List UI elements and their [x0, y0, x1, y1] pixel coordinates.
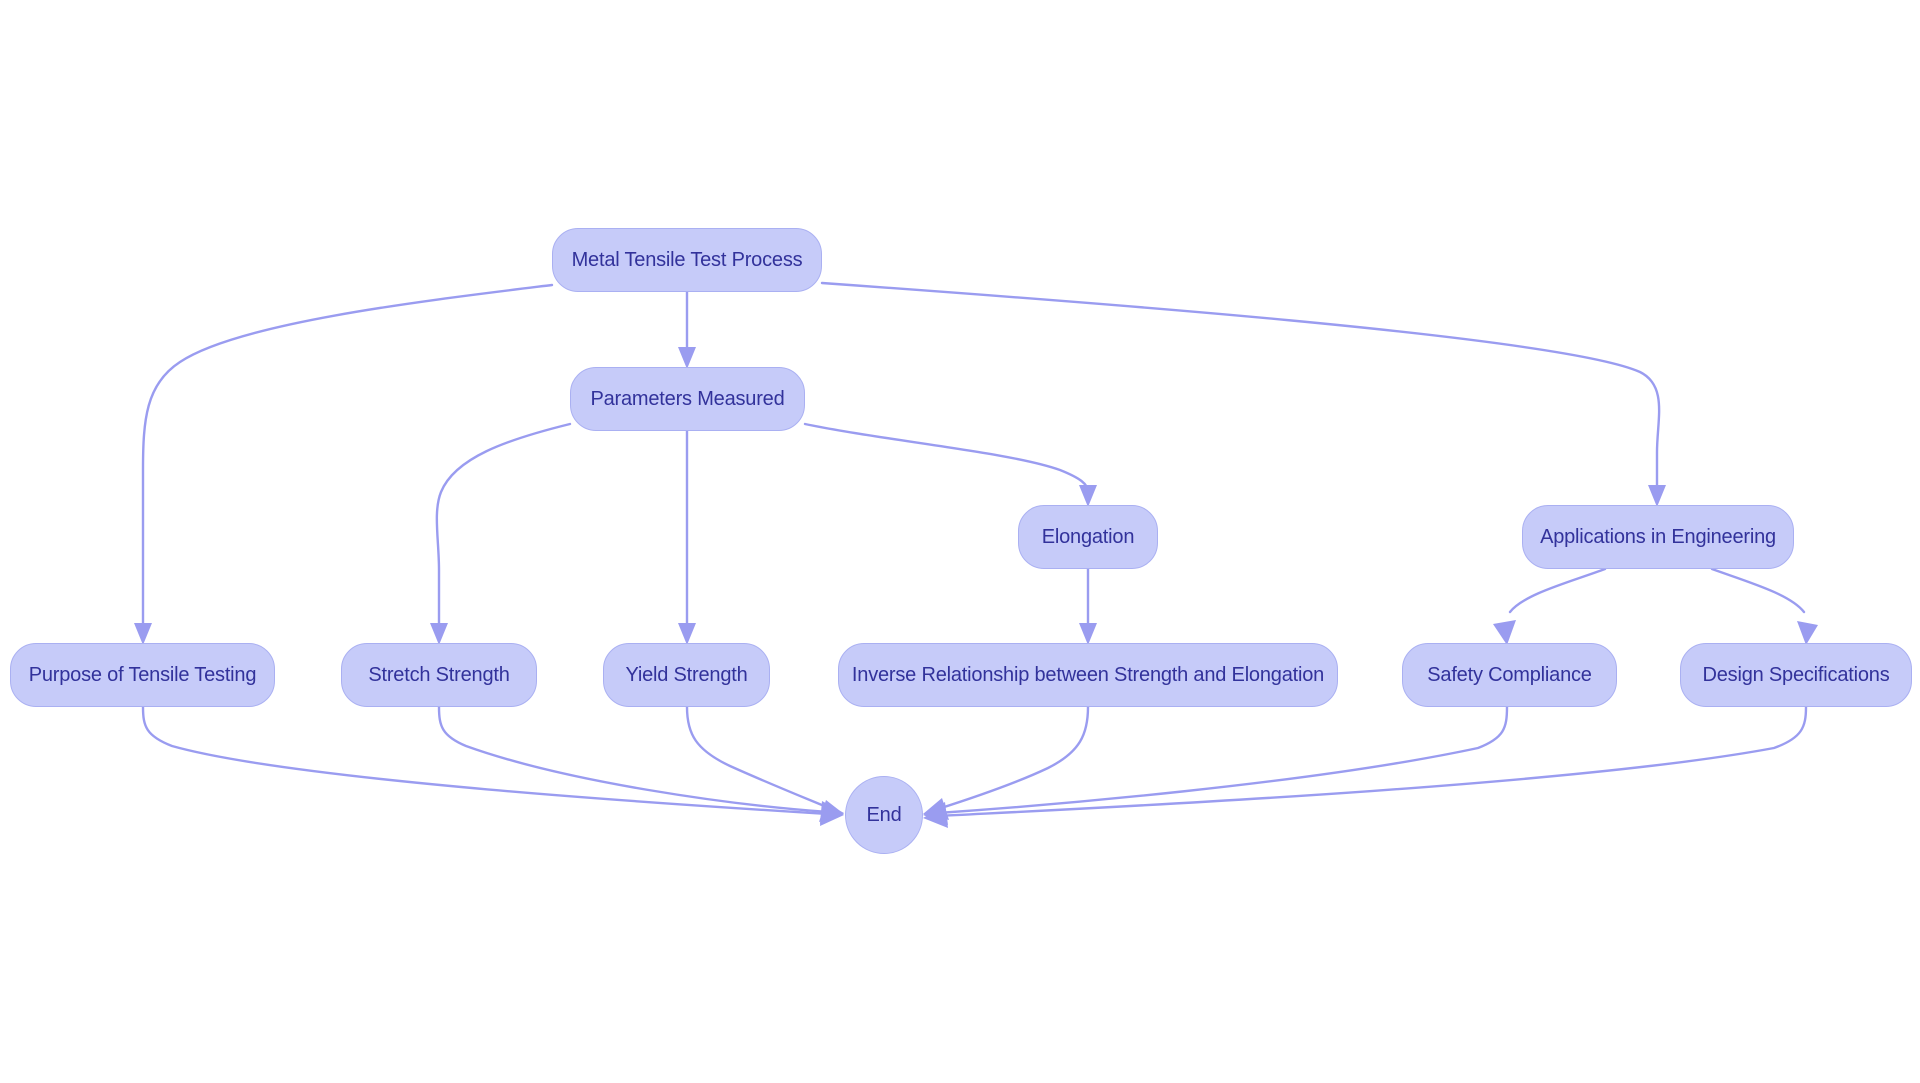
- node-label: End: [866, 804, 902, 826]
- node-label: Safety Compliance: [1427, 664, 1592, 686]
- node-label: Design Specifications: [1702, 664, 1890, 686]
- node-elongation[interactable]: Elongation: [1018, 505, 1158, 569]
- edge-safety-to-end: [936, 705, 1509, 815]
- edge-design-to-end: [936, 705, 1808, 818]
- edge-root-to-apps: [820, 281, 1661, 494]
- edge-stretch-to-end: [437, 705, 830, 814]
- node-inverse-relationship[interactable]: Inverse Relationship between Strength an…: [838, 643, 1338, 707]
- node-label: Metal Tensile Test Process: [571, 249, 803, 271]
- arrowhead-apps-to-safety: [1493, 620, 1516, 645]
- node-applications-in-engineering[interactable]: Applications in Engineering: [1522, 505, 1794, 569]
- flowchart-canvas: Metal Tensile Test Process Parameters Me…: [0, 0, 1920, 1083]
- node-label: Inverse Relationship between Strength an…: [851, 664, 1325, 686]
- node-label: Yield Strength: [625, 664, 748, 686]
- edge-params-to-stretch: [435, 422, 572, 632]
- node-label: Applications in Engineering: [1540, 526, 1776, 548]
- node-purpose-of-tensile-testing[interactable]: Purpose of Tensile Testing: [10, 643, 275, 707]
- arrowhead-root-to-apps: [1648, 485, 1666, 507]
- arrowhead-root-to-params: [678, 347, 696, 369]
- arrowhead-params-to-yield: [678, 623, 696, 645]
- edge-root-to-purpose: [141, 283, 554, 632]
- arrowhead-apps-to-design: [1797, 621, 1818, 645]
- edge-apps-to-safety: [1508, 567, 1607, 614]
- node-label: Elongation: [1041, 526, 1135, 548]
- node-label: Purpose of Tensile Testing: [28, 664, 257, 686]
- node-safety-compliance[interactable]: Safety Compliance: [1402, 643, 1617, 707]
- node-yield-strength[interactable]: Yield Strength: [603, 643, 770, 707]
- edge-apps-to-design: [1710, 567, 1806, 614]
- node-end[interactable]: End: [845, 776, 923, 854]
- edge-inverse-to-end: [936, 705, 1090, 811]
- node-parameters-measured[interactable]: Parameters Measured: [570, 367, 805, 431]
- node-label: Stretch Strength: [368, 664, 510, 686]
- arrowhead-params-to-stretch: [430, 623, 448, 645]
- node-stretch-strength[interactable]: Stretch Strength: [341, 643, 537, 707]
- node-metal-tensile-test-process[interactable]: Metal Tensile Test Process: [552, 228, 822, 292]
- edge-yield-to-end: [685, 705, 831, 810]
- arrowhead-params-to-elongation: [1079, 485, 1097, 507]
- arrowhead-root-to-purpose: [134, 623, 152, 645]
- edge-purpose-to-end: [141, 705, 830, 816]
- node-design-specifications[interactable]: Design Specifications: [1680, 643, 1912, 707]
- arrowhead-elongation-to-inverse: [1079, 623, 1097, 645]
- edge-params-to-elongation: [803, 422, 1090, 494]
- node-label: Parameters Measured: [590, 388, 785, 410]
